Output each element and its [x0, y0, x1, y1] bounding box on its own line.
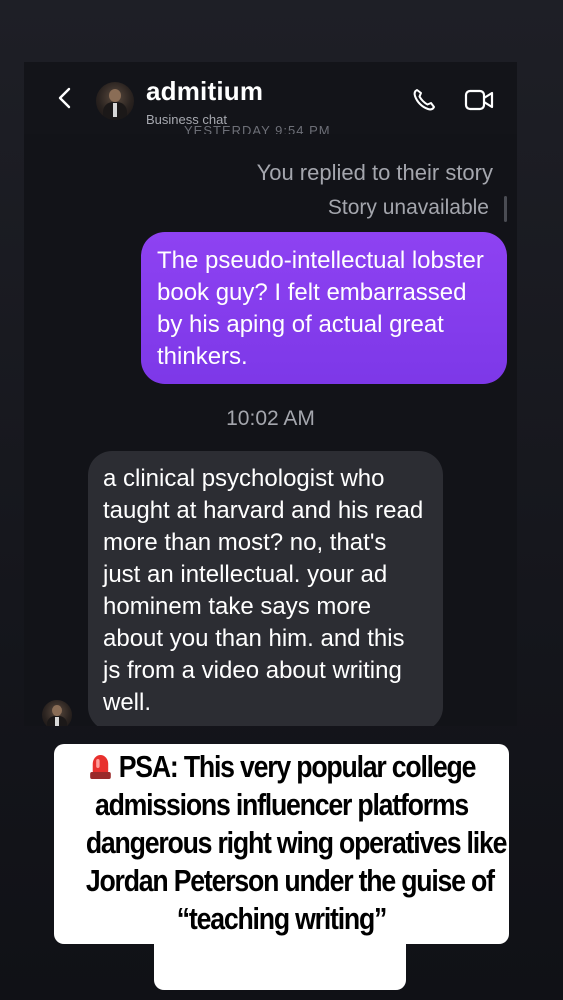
- caption-line-4: Jordan Peterson under the guise of: [85, 863, 495, 898]
- story-reference-bar: [504, 196, 507, 222]
- story-reply-note: You replied to their story: [256, 160, 493, 185]
- avatar[interactable]: [96, 82, 134, 120]
- incoming-message-bubble[interactable]: a clinical psychologist who taught at ha…: [88, 451, 443, 726]
- story-unavailable-label: Story unavailable: [327, 196, 489, 219]
- outgoing-message-bubble[interactable]: The pseudo-intellectual lobster book guy…: [141, 232, 507, 384]
- clipped-date-divider: YESTERDAY 9:54 PM: [184, 126, 331, 134]
- video-call-icon[interactable]: [463, 86, 495, 114]
- chat-subtitle: Business chat: [146, 112, 227, 127]
- siren-emoji-icon: [88, 751, 114, 781]
- caption-text: PSA: This very popular college admission…: [85, 748, 508, 938]
- sender-avatar[interactable]: [42, 700, 72, 726]
- caption-line-2: admissions influencer platforms: [94, 787, 469, 822]
- caption-background-tail: [154, 934, 406, 990]
- message-timestamp: 10:02 AM: [226, 407, 315, 430]
- chat-screen: admitium Business chat YESTERDAY 9:54 PM…: [24, 62, 517, 726]
- caption-line-1: PSA: This very popular college: [86, 748, 477, 786]
- caption-line-3: dangerous right wing operatives like: [85, 825, 508, 860]
- phone-call-icon[interactable]: [410, 86, 438, 114]
- caption-line-5: “teaching writing”: [176, 901, 388, 936]
- chat-title[interactable]: admitium: [146, 76, 263, 107]
- chat-header: admitium Business chat YESTERDAY 9:54 PM: [24, 62, 517, 134]
- story-caption: PSA: This very popular college admission…: [54, 744, 509, 990]
- back-chevron-icon[interactable]: [54, 86, 78, 110]
